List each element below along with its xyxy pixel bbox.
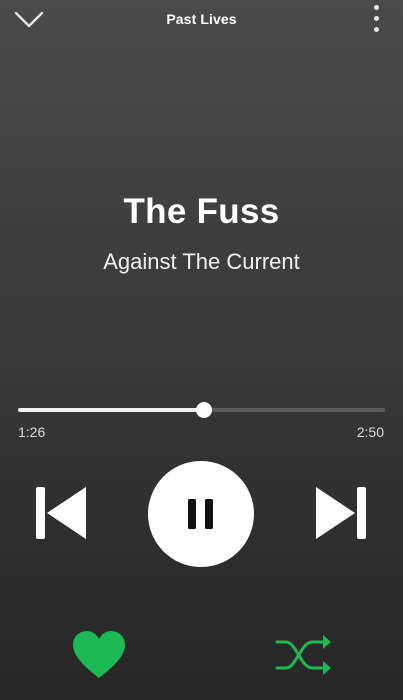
- total-time: 2:50: [356, 424, 384, 440]
- shuffle-icon: [275, 635, 331, 675]
- play-pause-button[interactable]: [148, 461, 254, 567]
- skip-previous-icon: [36, 487, 86, 539]
- progress-thumb[interactable]: [195, 402, 212, 418]
- playlist-title: Past Lives: [166, 11, 237, 27]
- artist-name[interactable]: Against The Current: [0, 249, 403, 275]
- next-button[interactable]: [313, 485, 369, 541]
- more-options-button[interactable]: [369, 5, 383, 35]
- heart-icon: [73, 631, 125, 678]
- previous-button[interactable]: [34, 485, 88, 541]
- more-vertical-icon: [369, 5, 383, 32]
- shuffle-button[interactable]: [274, 630, 332, 680]
- track-title: The Fuss: [123, 192, 280, 231]
- like-button[interactable]: [71, 629, 127, 681]
- progress-bar[interactable]: [18, 402, 385, 418]
- top-bar: Past Lives: [0, 0, 403, 42]
- elapsed-time: 1:26: [18, 424, 46, 440]
- skip-next-icon: [316, 487, 366, 539]
- pause-icon: [188, 499, 213, 529]
- progress-fill: [18, 408, 204, 412]
